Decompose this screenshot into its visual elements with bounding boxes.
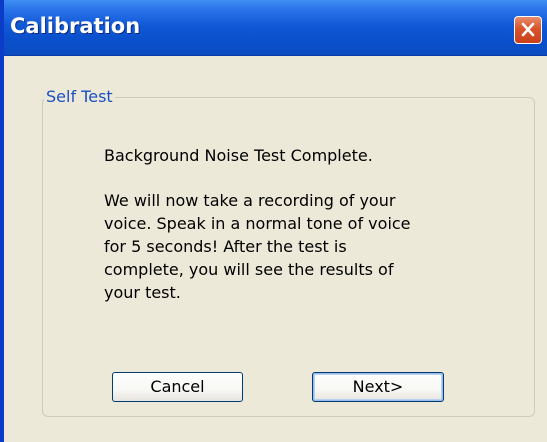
close-x-icon <box>521 22 535 37</box>
cancel-button[interactable]: Cancel <box>112 372 243 402</box>
title-bar[interactable]: Calibration <box>4 0 547 56</box>
groupbox-legend: Self Test <box>44 87 115 106</box>
message-text: Background Noise Test Complete. We will … <box>104 144 454 304</box>
instruction-line-4: complete, you will see the results of <box>104 260 394 279</box>
calibration-dialog: Calibration Self Test Background Noise T… <box>0 0 547 442</box>
next-button[interactable]: Next> <box>312 372 444 402</box>
status-line: Background Noise Test Complete. <box>104 146 373 165</box>
instruction-line-1: We will now take a recording of your <box>104 191 396 210</box>
close-button[interactable] <box>514 16 542 44</box>
instruction-line-5: your test. <box>104 283 181 302</box>
window-title: Calibration <box>10 14 141 38</box>
instruction-line-2: voice. Speak in a normal tone of voice <box>104 214 411 233</box>
instruction-line-3: for 5 seconds! After the test is <box>104 237 347 256</box>
